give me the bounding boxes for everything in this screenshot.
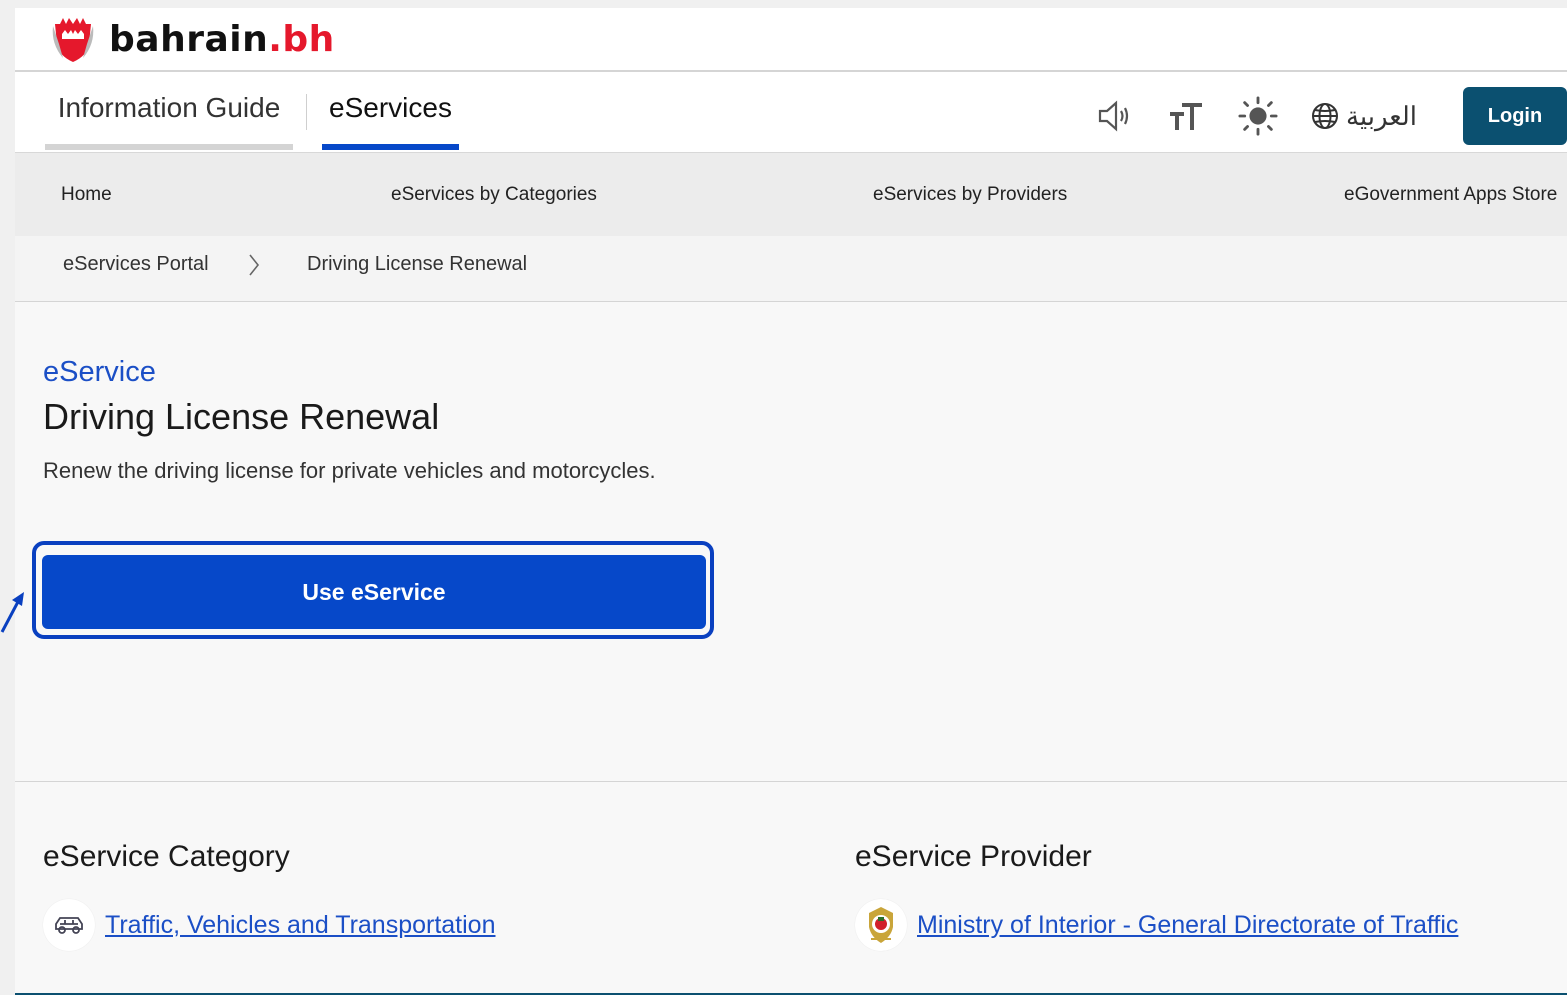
- category-link[interactable]: Traffic, Vehicles and Transportation: [105, 911, 496, 940]
- logo-bar: bahrain.bh: [15, 8, 1567, 72]
- menu-item-providers[interactable]: eServices by Providers: [873, 153, 1067, 236]
- chevron-right-icon: [249, 254, 260, 276]
- text-size-icon[interactable]: [1166, 96, 1206, 136]
- globe-icon: [1311, 103, 1338, 129]
- bahrain-emblem-icon: [52, 18, 94, 62]
- breadcrumb-current: Driving License Renewal: [307, 253, 528, 275]
- tab-label: eServices: [329, 92, 452, 123]
- menu-item-home[interactable]: Home: [61, 153, 112, 236]
- annotation-arrow-icon: [0, 592, 24, 633]
- service-description: Renew the driving license for private ve…: [43, 458, 656, 483]
- provider-link[interactable]: Ministry of Interior - General Directora…: [917, 911, 1458, 940]
- ministry-emblem-icon: [855, 899, 907, 951]
- menu-item-categories[interactable]: eServices by Categories: [391, 153, 597, 236]
- tab-label: Information Guide: [57, 92, 281, 123]
- provider-title: eService Provider: [855, 840, 1092, 873]
- menu-item-apps-store[interactable]: eGovernment Apps Store: [1344, 153, 1557, 236]
- language-switch[interactable]: العربية: [1310, 101, 1417, 132]
- category-link-row: Traffic, Vehicles and Transportation: [43, 899, 496, 951]
- use-eservice-button[interactable]: Use eService: [42, 555, 706, 629]
- provider-link-row: Ministry of Interior - General Directora…: [855, 899, 1458, 951]
- brightness-icon[interactable]: [1238, 96, 1278, 136]
- tab-information-guide[interactable]: Information Guide: [45, 72, 293, 150]
- toolbar: العربية Login: [1094, 86, 1567, 146]
- page-title: Driving License Renewal: [43, 396, 440, 437]
- breadcrumb: eServices Portal Driving License Renewal: [15, 236, 1567, 302]
- brand-name: bahrain.bh: [109, 18, 335, 60]
- service-type-label: eService: [43, 356, 156, 388]
- language-label: العربية: [1345, 100, 1417, 131]
- section-divider: [15, 781, 1567, 782]
- page: bahrain.bh Information Guide eServices ا…: [15, 8, 1567, 995]
- category-title: eService Category: [43, 840, 290, 873]
- tab-separator: [306, 94, 307, 130]
- category-menu: Home eServices by Categories eServices b…: [15, 153, 1567, 236]
- car-icon: [43, 899, 95, 951]
- primary-nav: Information Guide eServices العربية Logi…: [15, 72, 1567, 153]
- breadcrumb-eservices-portal[interactable]: eServices Portal: [63, 236, 209, 292]
- site-logo[interactable]: bahrain.bh: [49, 14, 335, 64]
- login-button[interactable]: Login: [1463, 87, 1567, 145]
- tab-eservices[interactable]: eServices: [322, 72, 459, 150]
- speaker-icon[interactable]: [1094, 96, 1134, 136]
